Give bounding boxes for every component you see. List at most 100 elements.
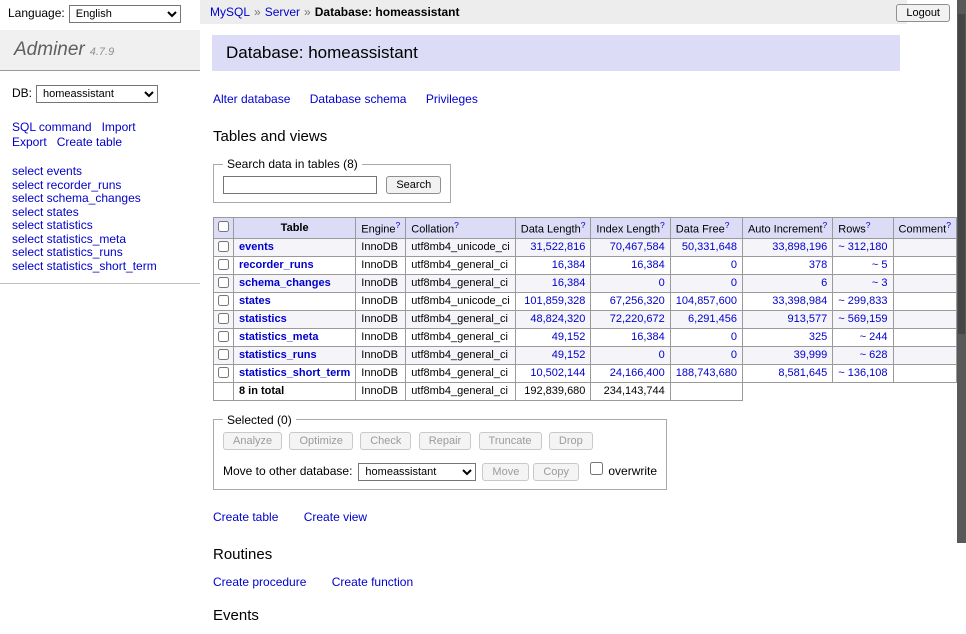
data-free-link[interactable]: 50,331,648	[682, 241, 737, 253]
rows-count-link[interactable]: ~ 3	[872, 277, 888, 289]
data-length-link[interactable]: 10,502,144	[530, 367, 585, 379]
table-name-link[interactable]: statistics_short_term	[239, 367, 350, 379]
table-name-link[interactable]: states	[239, 295, 271, 307]
create-view-link[interactable]: Create view	[304, 510, 367, 524]
row-select-checkbox[interactable]	[218, 349, 229, 360]
scrollbar-thumb[interactable]	[958, 14, 965, 334]
rows-count-link[interactable]: ~ 299,833	[838, 295, 887, 307]
sidebar-item-select-events[interactable]: select events	[12, 165, 188, 179]
breadcrumb-mysql-link[interactable]: MySQL	[210, 5, 250, 19]
breadcrumb-server-link[interactable]: Server	[265, 5, 300, 19]
create-procedure-link[interactable]: Create procedure	[213, 575, 306, 589]
data-free-link[interactable]: 104,857,600	[676, 295, 737, 307]
sidebar-item-select-recorder-runs[interactable]: select recorder_runs	[12, 179, 188, 193]
rows-count-link[interactable]: ~ 244	[860, 331, 888, 343]
help-icon[interactable]: ?	[725, 220, 730, 230]
index-length-link[interactable]: 24,166,400	[610, 367, 665, 379]
row-select-checkbox[interactable]	[218, 241, 229, 252]
import-link[interactable]: Import	[102, 120, 136, 134]
help-icon[interactable]: ?	[660, 220, 665, 230]
table-name-link[interactable]: recorder_runs	[239, 259, 314, 271]
rows-count-link[interactable]: ~ 569,159	[838, 313, 887, 325]
table-name-link[interactable]: statistics_runs	[239, 349, 317, 361]
rows-count-link[interactable]: ~ 136,108	[838, 367, 887, 379]
index-length-link[interactable]: 0	[659, 277, 665, 289]
sidebar-item-select-statistics-runs[interactable]: select statistics_runs	[12, 246, 188, 260]
data-length-link[interactable]: 48,824,320	[530, 313, 585, 325]
table-name-link[interactable]: events	[239, 241, 274, 253]
data-free-link[interactable]: 0	[731, 277, 737, 289]
index-length-link[interactable]: 16,384	[631, 331, 665, 343]
table-name-link[interactable]: statistics_meta	[239, 331, 319, 343]
rows-count-link[interactable]: ~ 312,180	[838, 241, 887, 253]
check-button[interactable]: Check	[360, 432, 411, 450]
optimize-button[interactable]: Optimize	[289, 432, 352, 450]
copy-button[interactable]: Copy	[533, 463, 579, 481]
search-button[interactable]: Search	[386, 176, 441, 194]
database-schema-link[interactable]: Database schema	[310, 92, 407, 106]
help-icon[interactable]: ?	[866, 220, 871, 230]
sidebar-item-select-statistics-meta[interactable]: select statistics_meta	[12, 233, 188, 247]
language-select[interactable]: English	[69, 5, 181, 23]
data-free-link[interactable]: 0	[731, 331, 737, 343]
logout-button[interactable]: Logout	[896, 4, 950, 22]
row-select-checkbox[interactable]	[218, 277, 229, 288]
move-database-select[interactable]: homeassistant	[358, 463, 476, 481]
data-free-link[interactable]: 0	[731, 349, 737, 361]
help-icon[interactable]: ?	[581, 220, 586, 230]
data-length-link[interactable]: 16,384	[552, 259, 586, 271]
row-select-checkbox[interactable]	[218, 295, 229, 306]
create-function-link[interactable]: Create function	[332, 575, 413, 589]
create-table-link[interactable]: Create table	[213, 510, 278, 524]
rows-count-link[interactable]: ~ 628	[860, 349, 888, 361]
drop-button[interactable]: Drop	[549, 432, 593, 450]
data-length-link[interactable]: 49,152	[552, 331, 586, 343]
auto-increment-link[interactable]: 913,577	[788, 313, 828, 325]
data-free-link[interactable]: 0	[731, 259, 737, 271]
table-name-link[interactable]: statistics	[239, 313, 287, 325]
auto-increment-link[interactable]: 39,999	[794, 349, 828, 361]
data-free-link[interactable]: 6,291,456	[688, 313, 737, 325]
rows-count-link[interactable]: ~ 5	[872, 259, 888, 271]
truncate-button[interactable]: Truncate	[479, 432, 542, 450]
analyze-button[interactable]: Analyze	[223, 432, 282, 450]
row-select-checkbox[interactable]	[218, 331, 229, 342]
help-icon[interactable]: ?	[823, 220, 828, 230]
help-icon[interactable]: ?	[454, 220, 459, 230]
sidebar-item-select-schema-changes[interactable]: select schema_changes	[12, 192, 188, 206]
overwrite-checkbox[interactable]	[590, 462, 603, 475]
index-length-link[interactable]: 0	[659, 349, 665, 361]
sql-command-link[interactable]: SQL command	[12, 120, 92, 134]
index-length-link[interactable]: 16,384	[631, 259, 665, 271]
repair-button[interactable]: Repair	[419, 432, 471, 450]
index-length-link[interactable]: 72,220,672	[610, 313, 665, 325]
search-input[interactable]	[223, 176, 377, 194]
vertical-scrollbar[interactable]	[957, 0, 966, 543]
export-link[interactable]: Export	[12, 135, 47, 149]
sidebar-item-select-states[interactable]: select states	[12, 206, 188, 220]
select-all-checkbox[interactable]	[218, 221, 229, 232]
data-length-link[interactable]: 16,384	[552, 277, 586, 289]
data-free-link[interactable]: 188,743,680	[676, 367, 737, 379]
auto-increment-link[interactable]: 378	[809, 259, 827, 271]
sidebar-item-select-statistics-short-term[interactable]: select statistics_short_term	[12, 260, 188, 274]
alter-database-link[interactable]: Alter database	[213, 92, 290, 106]
create-table-link-sidebar[interactable]: Create table	[57, 135, 122, 149]
help-icon[interactable]: ?	[396, 220, 401, 230]
auto-increment-link[interactable]: 325	[809, 331, 827, 343]
table-name-link[interactable]: schema_changes	[239, 277, 331, 289]
data-length-link[interactable]: 49,152	[552, 349, 586, 361]
index-length-link[interactable]: 70,467,584	[610, 241, 665, 253]
privileges-link[interactable]: Privileges	[426, 92, 478, 106]
auto-increment-link[interactable]: 6	[821, 277, 827, 289]
adminer-logo-text[interactable]: Adminer	[14, 39, 85, 60]
auto-increment-link[interactable]: 8,581,645	[778, 367, 827, 379]
row-select-checkbox[interactable]	[218, 313, 229, 324]
help-icon[interactable]: ?	[946, 220, 951, 230]
sidebar-item-select-statistics[interactable]: select statistics	[12, 219, 188, 233]
data-length-link[interactable]: 31,522,816	[530, 241, 585, 253]
index-length-link[interactable]: 67,256,320	[610, 295, 665, 307]
auto-increment-link[interactable]: 33,398,984	[772, 295, 827, 307]
auto-increment-link[interactable]: 33,898,196	[772, 241, 827, 253]
db-select[interactable]: homeassistant	[36, 85, 158, 103]
